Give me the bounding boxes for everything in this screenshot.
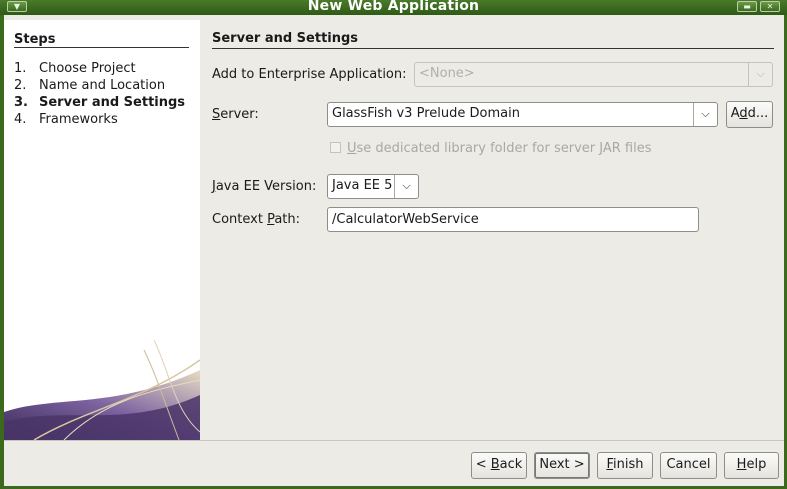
back-button[interactable]: < Back (471, 452, 527, 479)
next-button[interactable]: Next > (534, 452, 590, 479)
step-number: 2. (14, 78, 27, 93)
java-ee-version-combo[interactable]: Java EE 5 ⌵ (327, 174, 419, 199)
dedicated-library-checkbox (330, 142, 341, 153)
title-bar: ▼ New Web Application ▬ ✕ (0, 0, 787, 15)
context-path-field[interactable]: /CalculatorWebService (327, 207, 699, 232)
step-label: Server and Settings (39, 95, 186, 110)
dedicated-library-label: Use dedicated library folder for server … (347, 141, 652, 156)
server-combo[interactable]: GlassFish v3 Prelude Domain ⌵ (327, 102, 718, 127)
step-number: 3. (14, 95, 28, 110)
section-divider (212, 48, 774, 49)
context-path-value: /CalculatorWebService (332, 212, 479, 227)
server-value: GlassFish v3 Prelude Domain (332, 106, 520, 121)
enterprise-application-value: <None> (419, 66, 475, 81)
step-label: Frameworks (39, 112, 118, 127)
minimize-icon: ▬ (743, 2, 751, 11)
window-title: New Web Application (307, 0, 480, 14)
close-button[interactable]: ✕ (760, 1, 780, 12)
chevron-down-icon[interactable]: ⌵ (394, 175, 418, 198)
steps-divider (14, 47, 189, 48)
step-item-choose-project: 1. Choose Project (14, 61, 136, 76)
help-button[interactable]: Help (724, 452, 779, 479)
footer-divider (4, 440, 784, 441)
enterprise-application-label: Add to Enterprise Application: (212, 67, 407, 82)
step-item-name-and-location: 2. Name and Location (14, 78, 165, 93)
java-ee-version-label: Java EE Version: (212, 179, 317, 194)
step-item-server-and-settings: 3. Server and Settings (14, 95, 185, 110)
step-item-frameworks: 4. Frameworks (14, 112, 118, 127)
step-label: Choose Project (39, 61, 136, 76)
steps-panel: Steps 1. Choose Project 2. Name and Locati… (4, 20, 200, 440)
step-number: 1. (14, 61, 27, 76)
finish-button[interactable]: Finish (597, 452, 653, 479)
context-path-label: Context Path: (212, 212, 301, 227)
step-label: Name and Location (39, 78, 166, 93)
cancel-button[interactable]: Cancel (660, 452, 717, 479)
minimize-button[interactable]: ▬ (737, 1, 757, 12)
section-title: Server and Settings (212, 31, 359, 46)
java-ee-version-value: Java EE 5 (332, 178, 393, 193)
server-label: Server: (212, 107, 259, 122)
chevron-down-icon[interactable]: ⌵ (693, 103, 717, 126)
steps-title: Steps (14, 32, 56, 47)
chevron-down-icon: ⌵ (748, 63, 772, 86)
decorative-swoosh-image (4, 340, 200, 440)
close-icon: ✕ (766, 2, 774, 11)
step-number: 4. (14, 112, 27, 127)
add-server-button[interactable]: Add... (726, 101, 773, 128)
enterprise-application-combo: <None> ⌵ (414, 62, 773, 87)
